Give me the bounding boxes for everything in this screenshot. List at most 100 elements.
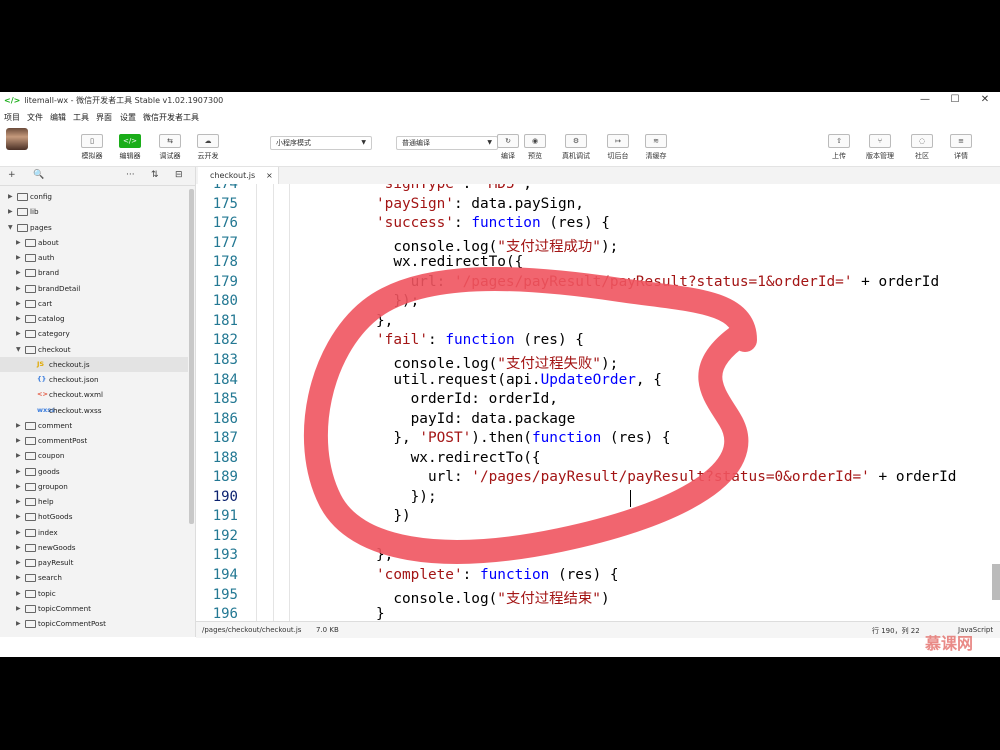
tree-folder[interactable]: ▶ coupon (0, 448, 188, 463)
toolbar-button-middle-1[interactable]: ◉ 预览 (515, 134, 555, 161)
chevron-right-icon[interactable]: ▶ (8, 204, 13, 219)
chevron-right-icon[interactable]: ▶ (16, 555, 21, 570)
chevron-right-icon[interactable]: ▶ (16, 250, 21, 265)
chevron-right-icon[interactable]: ▶ (16, 464, 21, 479)
menu-item[interactable]: 项目 (4, 112, 20, 123)
chevron-right-icon[interactable]: ▶ (16, 433, 21, 448)
maximize-button[interactable]: ☐ (940, 92, 970, 108)
chevron-right-icon[interactable]: ▶ (16, 311, 21, 326)
tree-folder[interactable]: ▶ lib (0, 204, 188, 219)
explorer-tool-icon[interactable]: ⇅ (151, 170, 159, 180)
chevron-right-icon[interactable]: ▶ (16, 570, 21, 585)
tree-item-label: topic (38, 588, 56, 598)
code-token: (res) { (601, 430, 671, 447)
chevron-down-icon[interactable]: ▼ (16, 342, 21, 357)
code-editor[interactable]: 174 'signType': "MD5", 175 'paySign': data.… (196, 184, 1000, 621)
tree-folder[interactable]: ▶ newGoods (0, 540, 188, 555)
tab-checkout-js[interactable]: checkout.js × (198, 167, 279, 184)
tree-folder[interactable]: ▶ auth (0, 250, 188, 265)
mode-select[interactable]: 小程序模式 ▼ (270, 136, 372, 150)
toolbar-button-left-3[interactable]: ☁ 云开发 (188, 134, 228, 161)
tree-folder[interactable]: ▶ goods (0, 464, 188, 479)
chevron-right-icon[interactable]: ▶ (16, 509, 21, 524)
menu-item[interactable]: 编辑 (50, 112, 66, 123)
chevron-right-icon[interactable]: ▶ (16, 296, 21, 311)
tree-file[interactable]: {} checkout.json (0, 372, 188, 387)
tree-file[interactable]: <> checkout.wxml (0, 387, 188, 402)
toolbar-button-right-1[interactable]: ⑂ 版本管理 (860, 134, 900, 161)
line-number: 183 (212, 351, 238, 368)
tree-folder[interactable]: ▶ brand (0, 265, 188, 280)
avatar[interactable] (6, 128, 28, 150)
tree-folder[interactable]: ▼ checkout (0, 342, 188, 357)
toolbar-icon: ⚙ (565, 134, 587, 148)
chevron-right-icon[interactable]: ▶ (8, 189, 13, 204)
tree-folder[interactable]: ▶ config (0, 189, 188, 204)
folder-icon (25, 299, 36, 308)
menu-item[interactable]: 微信开发者工具 (143, 112, 199, 123)
tree-folder[interactable]: ▶ help (0, 494, 188, 509)
menu-item[interactable]: 设置 (120, 112, 136, 123)
toolbar-button-left-0[interactable]: ▯ 模拟器 (72, 134, 112, 161)
tree-folder[interactable]: ▶ catalog (0, 311, 188, 326)
chevron-right-icon[interactable]: ▶ (16, 540, 21, 555)
tree-folder[interactable]: ▼ pages (0, 220, 188, 235)
toolbar-button-right-0[interactable]: ⇧ 上传 (819, 134, 859, 161)
file-type-icon: {} (37, 375, 47, 383)
sidebar-scrollbar[interactable] (189, 189, 194, 524)
chevron-right-icon[interactable]: ▶ (16, 448, 21, 463)
menu-item[interactable]: 界面 (96, 112, 112, 123)
tree-folder[interactable]: ▶ comment (0, 418, 188, 433)
status-bar: /pages/checkout/checkout.js 7.0 KB 行 190… (196, 621, 1000, 638)
tree-folder[interactable]: ▶ topic (0, 586, 188, 601)
chevron-right-icon[interactable]: ▶ (16, 235, 21, 250)
close-button[interactable]: ✕ (970, 92, 1000, 108)
chevron-right-icon[interactable]: ▶ (16, 616, 21, 631)
toolbar-button-middle-3[interactable]: ↦ 切后台 (598, 134, 638, 161)
tree-folder[interactable]: ▶ commentPost (0, 433, 188, 448)
toolbar-button-left-1[interactable]: </> 编辑器 (110, 134, 150, 161)
toolbar-button-middle-2[interactable]: ⚙ 真机调试 (556, 134, 596, 161)
line-number: 187 (212, 430, 238, 447)
tree-item-label: category (38, 329, 70, 339)
tab-close-icon[interactable]: × (266, 167, 273, 184)
tree-folder[interactable]: ▶ about (0, 235, 188, 250)
compile-select[interactable]: 普通编译 ▼ (396, 136, 498, 150)
tree-folder[interactable]: ▶ search (0, 570, 188, 585)
minimize-button[interactable]: — (910, 92, 940, 108)
editor-scrollbar[interactable] (992, 564, 1000, 600)
chevron-right-icon[interactable]: ▶ (16, 418, 21, 433)
explorer-tool-icon[interactable]: 🔍 (33, 170, 44, 180)
toolbar-button-left-2[interactable]: ⇆ 调试器 (150, 134, 190, 161)
chevron-right-icon[interactable]: ▶ (16, 326, 21, 341)
chevron-right-icon[interactable]: ▶ (16, 586, 21, 601)
tree-folder[interactable]: ▶ groupon (0, 479, 188, 494)
tree-folder[interactable]: ▶ topicComment (0, 601, 188, 616)
toolbar-button-right-3[interactable]: ≡ 详情 (941, 134, 981, 161)
chevron-right-icon[interactable]: ▶ (16, 281, 21, 296)
chevron-right-icon[interactable]: ▶ (16, 494, 21, 509)
tree-folder[interactable]: ▶ payResult (0, 555, 188, 570)
toolbar-button-middle-4[interactable]: ≋ 清缓存 (636, 134, 676, 161)
chevron-right-icon[interactable]: ▶ (16, 479, 21, 494)
chevron-right-icon[interactable]: ▶ (16, 601, 21, 616)
tree-file[interactable]: wxss checkout.wxss (0, 403, 188, 418)
tree-folder[interactable]: ▶ hotGoods (0, 509, 188, 524)
menu-item[interactable]: 工具 (73, 112, 89, 123)
chevron-right-icon[interactable]: ▶ (16, 265, 21, 280)
menu-item[interactable]: 文件 (27, 112, 43, 123)
editor-tab-bar: checkout.js × (196, 167, 1000, 185)
chevron-right-icon[interactable]: ▶ (16, 525, 21, 540)
chevron-down-icon[interactable]: ▼ (8, 220, 13, 235)
tree-folder[interactable]: ▶ index (0, 525, 188, 540)
tree-folder[interactable]: ▶ category (0, 326, 188, 341)
explorer-tool-icon[interactable]: ⊟ (175, 170, 183, 180)
tree-folder[interactable]: ▶ cart (0, 296, 188, 311)
tree-folder[interactable]: ▶ topicCommentPost (0, 616, 188, 631)
explorer-tool-icon[interactable]: ··· (126, 170, 135, 180)
folder-icon (25, 254, 36, 262)
tree-file[interactable]: JS checkout.js (0, 356, 188, 372)
tree-folder[interactable]: ▶ brandDetail (0, 281, 188, 296)
explorer-tool-icon[interactable]: + (8, 170, 16, 180)
toolbar-button-right-2[interactable]: ◌ 社区 (902, 134, 942, 161)
